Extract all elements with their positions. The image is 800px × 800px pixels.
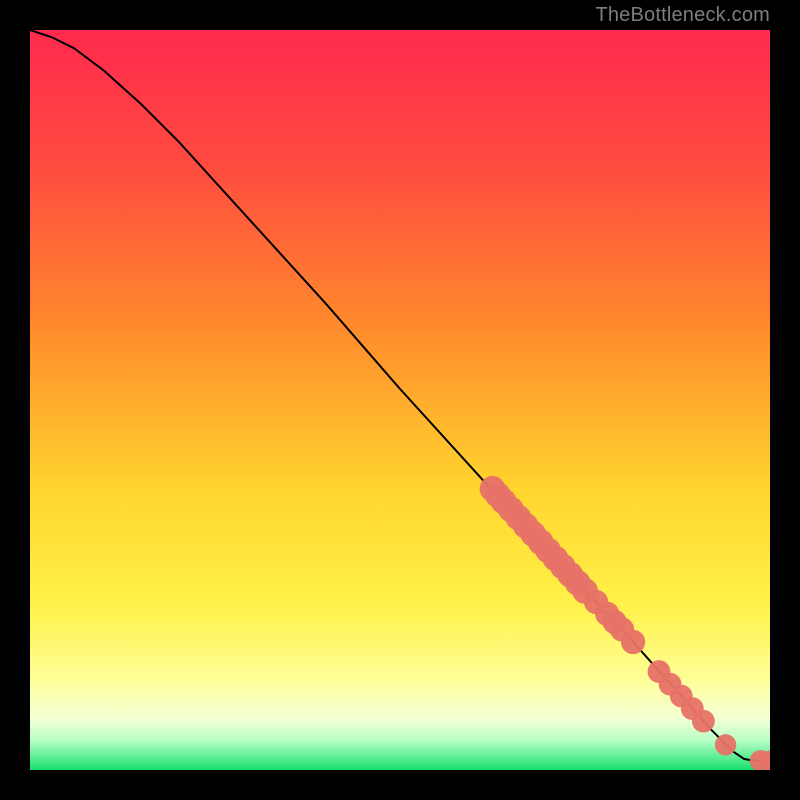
data-point: [692, 710, 715, 733]
attribution-text: TheBottleneck.com: [595, 4, 770, 27]
gradient-background: [30, 30, 770, 770]
data-point: [715, 734, 736, 755]
plot-area: [30, 30, 770, 770]
chart-stage: TheBottleneck.com: [0, 0, 800, 800]
chart-svg: [30, 30, 770, 770]
data-point: [621, 630, 645, 654]
